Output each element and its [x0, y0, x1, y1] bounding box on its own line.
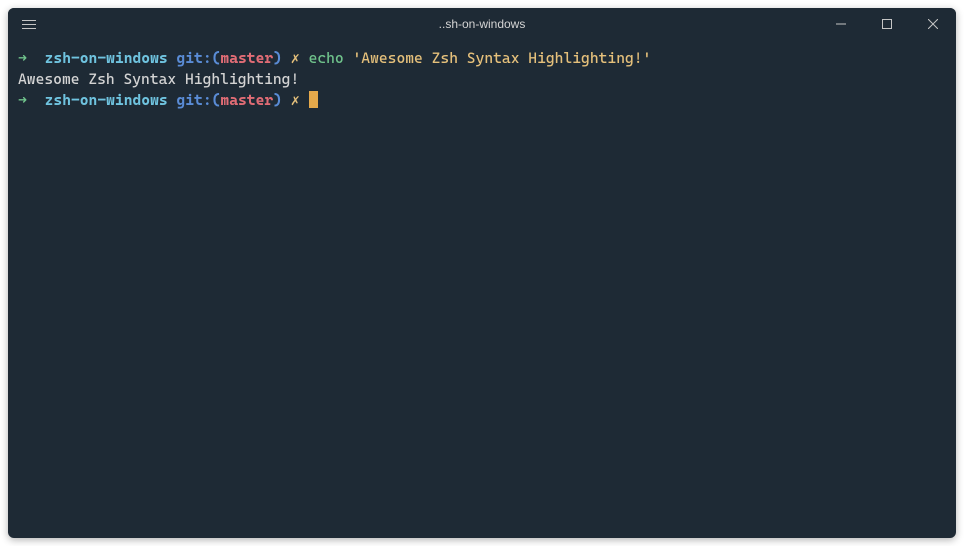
minimize-button[interactable] [818, 8, 864, 40]
terminal-window: ..sh-on-windows ➜ zsh-on-windows git:(ma… [8, 8, 956, 538]
command: echo [309, 49, 344, 67]
dirty-mark-icon: ✗ [291, 49, 300, 67]
menu-icon[interactable] [8, 20, 50, 29]
prompt-arrow-icon: ➜ [18, 91, 27, 109]
cursor [309, 91, 318, 108]
git-branch: master [220, 49, 273, 67]
git-label: git: [176, 49, 211, 67]
command-output: Awesome Zsh Syntax Highlighting! [18, 70, 299, 88]
output-line: Awesome Zsh Syntax Highlighting! [18, 69, 946, 90]
git-branch: master [220, 91, 273, 109]
close-button[interactable] [910, 8, 956, 40]
git-label: git: [176, 91, 211, 109]
window-controls [818, 8, 956, 40]
window-title: ..sh-on-windows [439, 17, 526, 31]
terminal-body[interactable]: ➜ zsh-on-windows git:(master) ✗ echo 'Aw… [8, 40, 956, 538]
paren-close: ) [273, 91, 282, 109]
dirty-mark-icon: ✗ [291, 91, 300, 109]
prompt-line-2: ➜ zsh-on-windows git:(master) ✗ [18, 90, 946, 111]
command-arg: 'Awesome Zsh Syntax Highlighting!' [353, 49, 652, 67]
prompt-dir: zsh-on-windows [45, 49, 168, 67]
maximize-button[interactable] [864, 8, 910, 40]
paren-close: ) [273, 49, 282, 67]
prompt-line-1: ➜ zsh-on-windows git:(master) ✗ echo 'Aw… [18, 48, 946, 69]
prompt-arrow-icon: ➜ [18, 49, 27, 67]
prompt-dir: zsh-on-windows [45, 91, 168, 109]
titlebar: ..sh-on-windows [8, 8, 956, 40]
